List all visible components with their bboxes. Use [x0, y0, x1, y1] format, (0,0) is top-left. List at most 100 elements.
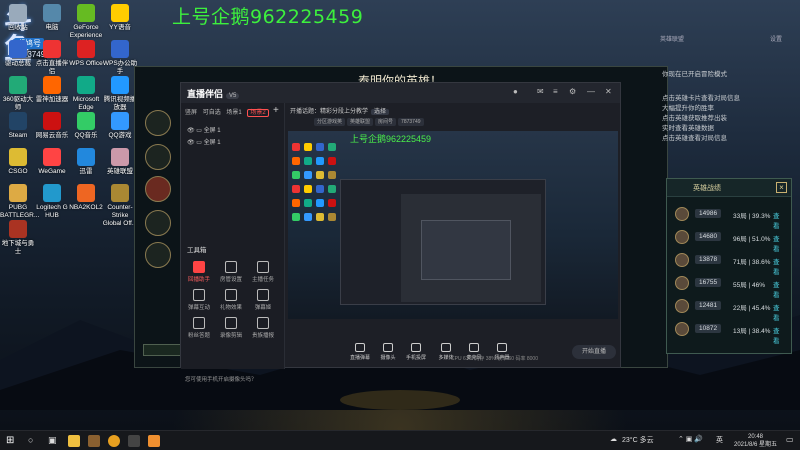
tool-button[interactable]: 弹幕互动 — [185, 289, 213, 311]
desktop-icon[interactable]: WPS Office — [68, 40, 104, 68]
hero-slot[interactable] — [145, 176, 171, 202]
app-icon[interactable] — [128, 435, 140, 447]
minimize-icon[interactable]: — — [587, 87, 595, 96]
bottom-tool-button[interactable]: 手机投屏 — [402, 343, 430, 361]
close-icon[interactable]: ✕ — [605, 87, 612, 96]
browser-icon[interactable] — [108, 435, 120, 447]
start-live-button[interactable]: 开始直播 — [572, 345, 616, 359]
tool-button[interactable]: 贵族播报 — [249, 317, 277, 339]
version-badge: V5 — [226, 93, 240, 99]
live-app-icon[interactable] — [148, 435, 160, 447]
hero-slot[interactable] — [145, 144, 171, 170]
desktop-icon[interactable]: WPS办公助手 — [102, 40, 138, 76]
footer-note: 您可使用手机开启摄像头吗？ — [185, 377, 257, 383]
csgo-icon — [9, 148, 27, 166]
hero-slot[interactable] — [145, 242, 171, 268]
scene-tab[interactable]: 可自选 — [203, 110, 221, 116]
desktop-icon[interactable]: 雷神加速器 — [34, 76, 70, 104]
view-button[interactable]: 查看 — [773, 302, 785, 322]
desktop-icon[interactable]: QQ音乐 — [68, 112, 104, 140]
game-info-text: 你现在已开启冒险模式 点击英雄卡片查看对局信息 大幅提升你的胜率 点击英雄获取推… — [662, 70, 800, 144]
weather-icon[interactable]: ☁ — [610, 435, 617, 443]
tool-label: 录像剪辑 — [219, 333, 242, 339]
tool-button[interactable]: 录像剪辑 — [217, 317, 245, 339]
desktop-icon[interactable]: QQ游戏 — [102, 112, 138, 140]
desktop-icon[interactable]: Microsoft Edge — [68, 76, 104, 112]
tool-label: 贵族播报 — [251, 333, 274, 339]
hero-score: 14680 — [695, 232, 722, 241]
settings-icon[interactable]: ⚙ — [569, 87, 576, 96]
tray-icons[interactable]: ⌃ ▣ 🔊 — [678, 435, 703, 443]
tool-button[interactable]: 回播助手 — [185, 261, 213, 283]
game-chat-input[interactable] — [143, 344, 183, 356]
desktop-icon[interactable]: 点击直播伴侣 — [34, 40, 70, 76]
preview-desktop-icons — [292, 143, 342, 303]
scene-tab[interactable]: 场景1 — [226, 110, 241, 116]
tool-button[interactable]: 弹幕姬 — [249, 289, 277, 311]
windows-start-icon[interactable]: ⊞ — [6, 435, 18, 447]
taskbar: ⊞ ○ ▣ ☁ 23°C 多云 ⌃ ▣ 🔊 英 20:48 2021/8/6 星… — [0, 430, 800, 450]
bottom-tool-button[interactable]: 直播弹幕 — [346, 343, 374, 361]
cs-icon — [111, 184, 129, 202]
scene-source-item[interactable]: 👁 ▭ 全屏 1 — [187, 137, 221, 146]
task-view-icon[interactable]: ▣ — [48, 435, 60, 447]
desktop-icon[interactable]: 回收站 — [0, 4, 36, 32]
file-explorer-icon[interactable] — [68, 435, 80, 447]
desktop-icon[interactable]: Steam — [0, 112, 36, 140]
room-tag: 7873749 — [398, 118, 424, 126]
hero-slot[interactable] — [145, 110, 171, 136]
desktop-icon[interactable]: Counter-Strike Global Off... — [102, 184, 138, 228]
desktop-icon[interactable]: 网易云音乐 — [34, 112, 70, 140]
desktop-icon[interactable]: GeForce Experience — [68, 4, 104, 40]
add-scene-icon[interactable]: + — [273, 105, 279, 116]
app-titlebar: 直播伴侣 V5 ● ✉ ≡ ⚙ — ✕ — [181, 83, 620, 103]
tool-button[interactable]: 房管设置 — [217, 261, 245, 283]
desktop-icon-label: NBA2KOL2 — [69, 204, 103, 211]
desktop-icon[interactable]: WeGame — [34, 148, 70, 176]
tool-button[interactable]: 粉丝答题 — [185, 317, 213, 339]
scene-tab-active[interactable]: 场景2 — [247, 109, 269, 117]
desktop-icon[interactable]: 驱动总裁 — [0, 40, 36, 68]
input-language[interactable]: 英 — [716, 435, 723, 445]
tool-button[interactable]: 主播任务 — [249, 261, 277, 283]
tool-button[interactable]: 礼物效果 — [217, 289, 245, 311]
bottom-tool-button[interactable]: 摄像头 — [374, 343, 402, 361]
search-icon[interactable]: ○ — [28, 435, 40, 447]
desktop-icon[interactable]: 电脑 — [34, 4, 70, 32]
desktop-icon[interactable]: YY语音 — [102, 4, 138, 32]
scene-source-item[interactable]: 👁 ▭ 全屏 1 — [187, 125, 221, 134]
desktop-icon[interactable]: 360驱动大师 — [0, 76, 36, 112]
avatar[interactable]: ● — [513, 87, 518, 96]
clock[interactable]: 20:48 2021/8/6 星期五 — [734, 433, 777, 449]
game-client-icon[interactable] — [88, 435, 100, 447]
view-button[interactable]: 查看 — [773, 210, 785, 230]
tool-icon — [193, 261, 205, 273]
desktop-icon[interactable]: 腾讯视频播放器 — [102, 76, 138, 112]
desktop-icon[interactable]: 迅雷 — [68, 148, 104, 176]
desktop-icon-label: CSGO — [8, 168, 28, 175]
view-button[interactable]: 查看 — [773, 279, 785, 299]
topic-select-button[interactable]: 选择 — [371, 109, 390, 115]
stream-preview[interactable]: 上号企鹅962225459 — [288, 131, 618, 319]
view-button[interactable]: 查看 — [773, 233, 785, 253]
view-button[interactable]: 查看 — [773, 325, 785, 345]
desktop-icon[interactable]: Logitech G HUB — [34, 184, 70, 220]
scene-tab[interactable]: 竖屏 — [185, 110, 197, 116]
room-tag[interactable]: 英雄联盟 — [347, 118, 374, 126]
desktop-icon[interactable]: 地下城与勇士 — [0, 220, 36, 256]
desktop-icon-label: QQ音乐 — [74, 132, 98, 139]
view-button[interactable]: 查看 — [773, 256, 785, 276]
preview-mini-icon — [328, 185, 336, 193]
bottom-tool-icon — [355, 343, 365, 352]
weather-text[interactable]: 23°C 多云 — [622, 435, 654, 445]
desktop-icon[interactable]: 英雄联盟 — [102, 148, 138, 176]
room-tag[interactable]: 分区游戏英 — [314, 118, 346, 126]
menu-icon[interactable]: ≡ — [553, 87, 558, 96]
notification-icon[interactable]: ▭ — [786, 435, 798, 447]
close-icon[interactable]: × — [776, 182, 787, 193]
desktop-icon[interactable]: PUBG BATTLEGR... — [0, 184, 39, 220]
desktop-icon[interactable]: CSGO — [0, 148, 36, 176]
message-icon[interactable]: ✉ — [537, 87, 544, 96]
desktop-icon[interactable]: NBA2KOL2 — [68, 184, 104, 212]
hero-slot[interactable] — [145, 210, 171, 236]
